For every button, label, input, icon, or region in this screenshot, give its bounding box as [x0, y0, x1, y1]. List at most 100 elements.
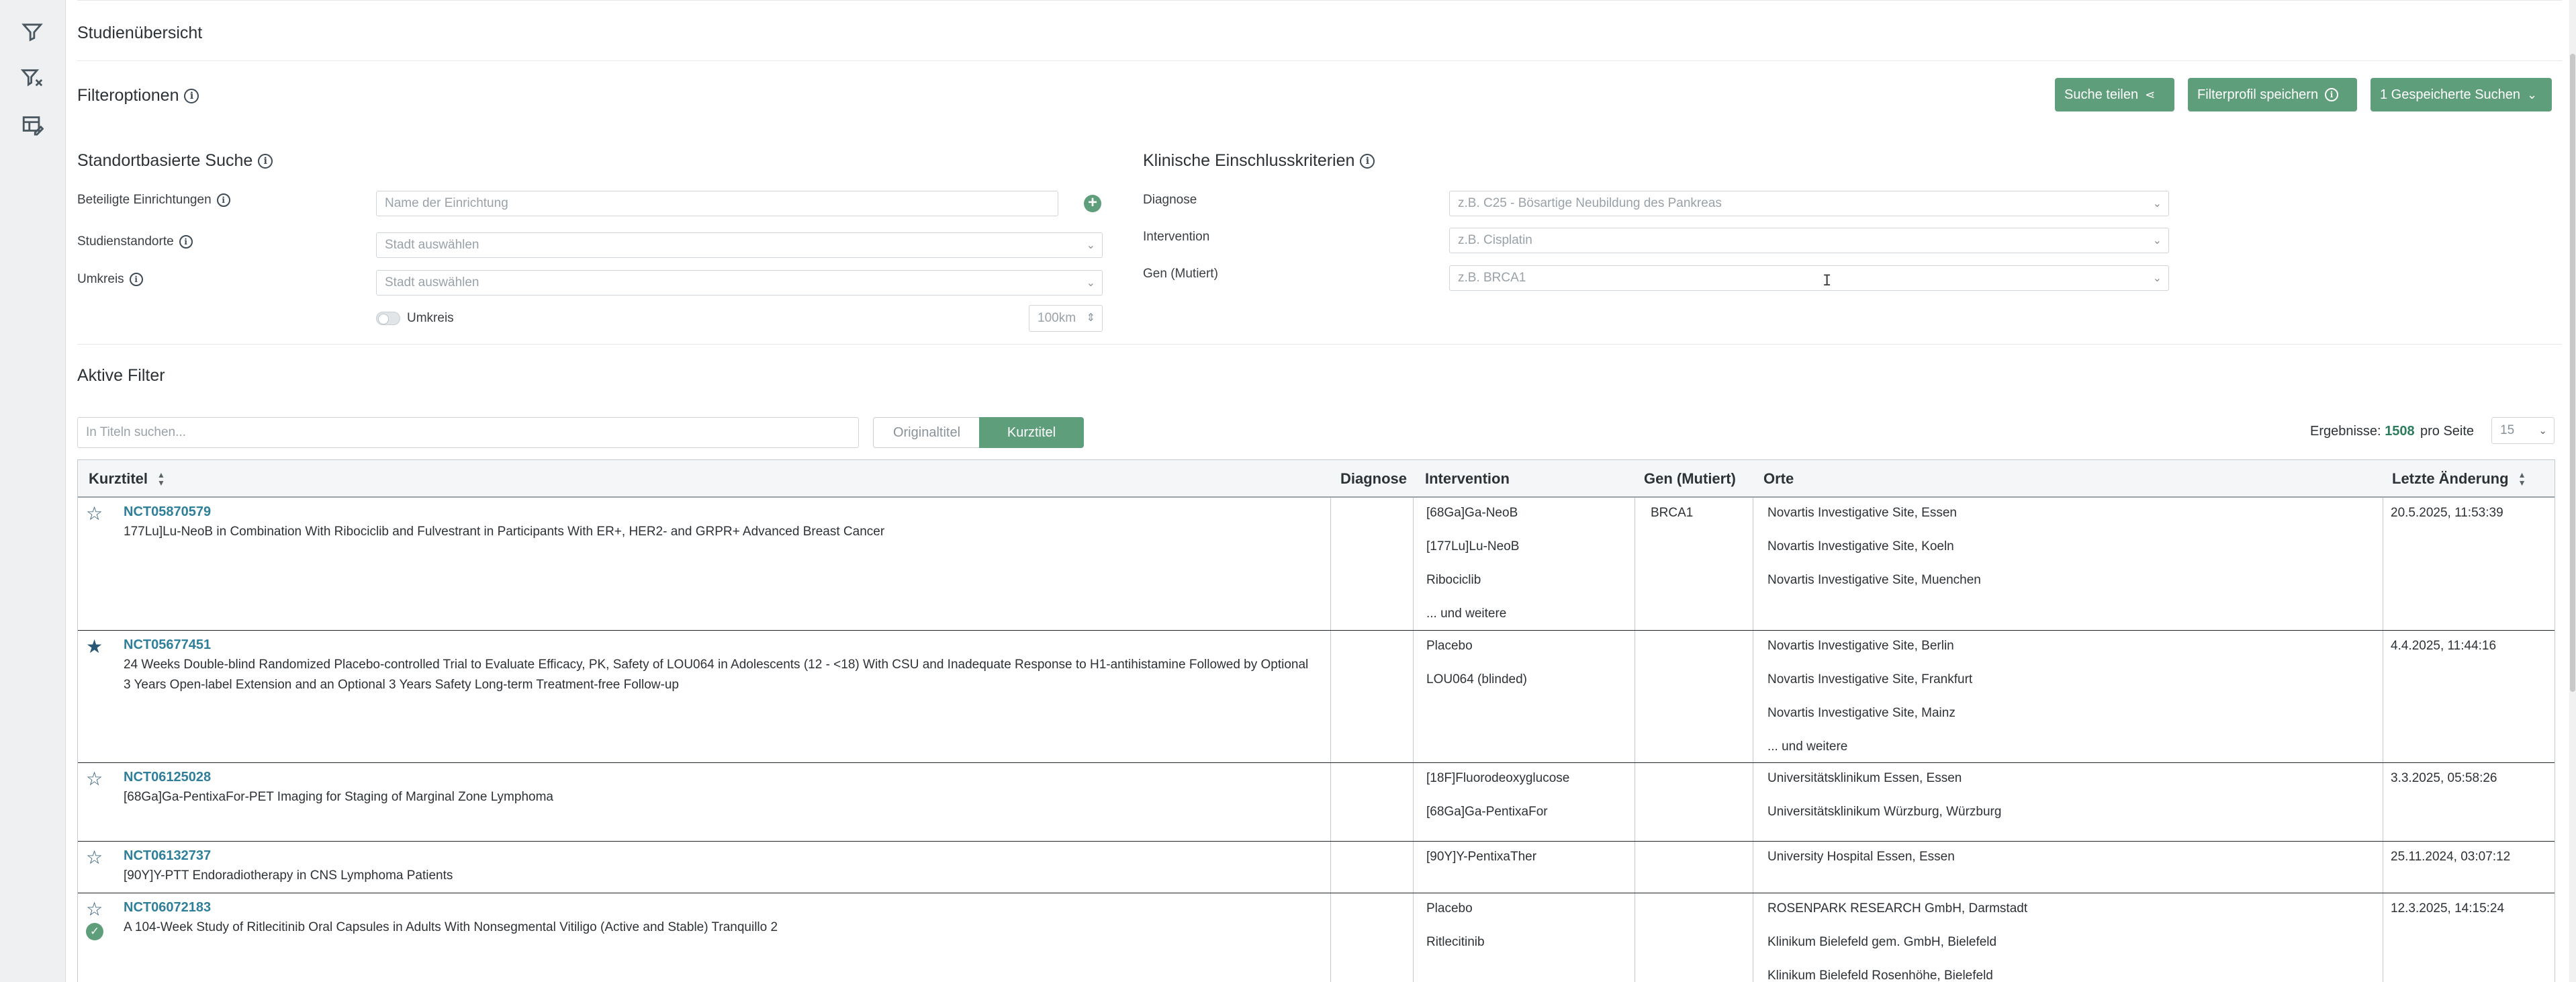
title-search-placeholder: In Titeln suchen... — [86, 425, 186, 439]
study-sites-select[interactable]: Stadt auswählen ⌄ — [376, 232, 1103, 258]
radius-label-text: Umkreis — [77, 272, 124, 286]
share-search-button[interactable]: Suche teilen ⋖ — [2055, 78, 2174, 111]
radius-km-stepper[interactable]: 100km ⇕ — [1029, 305, 1103, 332]
gene-label: Gen (Mutiert) — [1143, 267, 1218, 281]
institution-input[interactable]: Name der Einrichtung — [376, 191, 1058, 216]
sites-label-text: Studienstandorte — [77, 234, 174, 249]
location-search-title: Standortbasierte Suche i — [77, 151, 273, 171]
header-short-title[interactable]: Kurztitel ▲ ▼ — [89, 460, 165, 498]
results-label: Ergebnisse: — [2310, 424, 2381, 439]
filter-icon[interactable] — [19, 19, 46, 46]
study-id-link[interactable]: NCT06132737 — [124, 848, 211, 864]
intervention-item: [18F]Fluorodeoxyglucose — [1426, 771, 1570, 785]
intervention-select[interactable]: z.B. Cisplatin ⌄ — [1449, 228, 2169, 253]
table-row[interactable]: ☆ NCT06132737 [90Y]Y-PTT Endoradiotherap… — [78, 842, 2555, 893]
share-icon: ⋖ — [2145, 87, 2156, 101]
active-filters-title: Aktive Filter — [77, 366, 165, 385]
header-intervention: Intervention — [1425, 470, 1510, 487]
save-filter-profile-label: Filterprofil speichern — [2197, 87, 2319, 102]
scrollbar-thumb[interactable] — [2570, 54, 2575, 692]
info-icon[interactable]: i — [1360, 154, 1375, 169]
radius-km-value: 100km — [1038, 311, 1076, 325]
sites-label: Studienstandorte i — [77, 234, 193, 249]
saved-searches-dropdown[interactable]: 1 Gespeicherte Suchen ⌄ — [2371, 78, 2552, 111]
table-header: Kurztitel ▲ ▼ Diagnose Intervention Gen (… — [78, 460, 2555, 498]
intervention-item: [68Ga]Ga-NeoB — [1426, 506, 1518, 520]
add-institution-button[interactable]: + — [1084, 195, 1101, 212]
sort-icon[interactable]: ▲ ▼ — [2518, 471, 2526, 487]
results-count: 1508 — [2385, 424, 2415, 439]
study-id-link[interactable]: NCT06125028 — [124, 770, 211, 785]
info-icon[interactable]: i — [258, 154, 273, 169]
last-change-value: 3.3.2025, 05:58:26 — [2391, 771, 2497, 785]
diagnosis-select[interactable]: z.B. C25 - Bösartige Neubildung des Pank… — [1449, 191, 2169, 216]
favorite-star-filled-icon[interactable]: ★ — [86, 637, 103, 656]
saved-searches-label: 1 Gespeicherte Suchen — [2380, 87, 2521, 102]
clinical-criteria-label: Klinische Einschlusskriterien — [1143, 151, 1355, 170]
info-icon[interactable]: i — [129, 272, 143, 286]
intervention-item: [68Ga]Ga-PentixaFor — [1426, 805, 1548, 819]
location-item: Novartis Investigative Site, Frankfurt — [1767, 672, 1973, 686]
chevron-down-icon: ⌄ — [2527, 87, 2538, 101]
sort-icon[interactable]: ▲ ▼ — [157, 471, 165, 487]
icon-sidebar — [0, 0, 66, 982]
table-row[interactable]: ☆ NCT05870579 177Lu]Lu-NeoB in Combinati… — [78, 498, 2555, 631]
favorite-star-icon[interactable]: ☆ — [86, 848, 103, 867]
text-cursor-icon: I — [1823, 273, 1832, 289]
diagnosis-placeholder: z.B. C25 - Bösartige Neubildung des Pank… — [1458, 196, 1722, 210]
info-icon[interactable]: i — [216, 193, 230, 207]
original-title-toggle[interactable]: Originaltitel — [873, 417, 980, 448]
diagnosis-label: Diagnose — [1143, 193, 1197, 207]
institutions-label: Beteiligte Einrichtungen i — [77, 193, 230, 208]
study-title: 177Lu]Lu-NeoB in Combination With Riboci… — [124, 525, 885, 539]
location-more-link[interactable]: ... und weitere — [1767, 740, 1847, 754]
per-page-select[interactable]: 15 ⌄ — [2491, 417, 2555, 444]
table-edit-icon[interactable] — [19, 111, 46, 138]
table-row[interactable]: ★ NCT05677451 24 Weeks Double-blind Rand… — [78, 631, 2555, 763]
last-change-value: 4.4.2025, 11:44:16 — [2391, 639, 2497, 653]
page-scrollbar[interactable] — [2569, 0, 2576, 982]
gene-placeholder: z.B. BRCA1 — [1458, 271, 1526, 285]
header-short-title-label: Kurztitel — [89, 470, 148, 487]
per-page-label: pro Seite — [2420, 424, 2475, 439]
checkmark-icon: ✓ — [86, 923, 103, 940]
study-id-link[interactable]: NCT05677451 — [124, 637, 211, 653]
header-diagnosis: Diagnose — [1340, 470, 1408, 487]
studies-table: Kurztitel ▲ ▼ Diagnose Intervention Gen (… — [77, 459, 2555, 982]
clear-filter-icon[interactable] — [19, 64, 46, 91]
short-title-toggle[interactable]: Kurztitel — [979, 417, 1084, 448]
filter-options-label: Filteroptionen — [77, 86, 179, 105]
favorite-star-icon[interactable]: ☆ — [86, 770, 103, 789]
radius-label: Umkreis i — [77, 272, 143, 287]
study-id-link[interactable]: NCT05870579 — [124, 504, 211, 520]
radius-city-select[interactable]: Stadt auswählen ⌄ — [376, 270, 1103, 296]
study-sites-placeholder: Stadt auswählen — [385, 238, 479, 252]
intervention-item: Placebo — [1426, 639, 1473, 653]
intervention-item: [90Y]Y-PentixaTher — [1426, 850, 1537, 864]
location-item: University Hospital Essen, Essen — [1767, 850, 1955, 864]
title-search-input[interactable]: In Titeln suchen... — [77, 417, 859, 448]
header-gene: Gen (Mutiert) — [1644, 470, 1736, 487]
study-id-link[interactable]: NCT06072183 — [124, 900, 211, 916]
save-filter-profile-button[interactable]: Filterprofil speichern i — [2188, 78, 2357, 111]
last-change-value: 25.11.2024, 03:07:12 — [2391, 850, 2511, 864]
radius-toggle[interactable] — [376, 312, 400, 325]
header-last-change[interactable]: Letzte Änderung ▲ ▼ — [2392, 460, 2526, 498]
intervention-label: Intervention — [1143, 230, 1210, 244]
table-row[interactable]: ☆ NCT06125028 [68Ga]Ga-PentixaFor-PET Im… — [78, 763, 2555, 842]
intervention-placeholder: z.B. Cisplatin — [1458, 233, 1532, 247]
stepper-icon: ⇕ — [1086, 312, 1095, 324]
intervention-item: [177Lu]Lu-NeoB — [1426, 539, 1520, 553]
intervention-item: LOU064 (blinded) — [1426, 672, 1527, 686]
gene-value: BRCA1 — [1651, 506, 1694, 520]
location-item: ROSENPARK RESEARCH GmbH, Darmstadt — [1767, 901, 2028, 916]
favorite-star-icon[interactable]: ☆ — [86, 504, 103, 523]
favorite-star-icon[interactable]: ☆ — [86, 900, 103, 919]
location-item: Novartis Investigative Site, Essen — [1767, 506, 1957, 520]
intervention-more-link[interactable]: ... und weitere — [1426, 607, 1506, 621]
info-icon[interactable]: i — [179, 234, 193, 249]
table-row[interactable]: ☆ ✓ NCT06072183 A 104-Week Study of Ritl… — [78, 893, 2555, 982]
clinical-criteria-title: Klinische Einschlusskriterien i — [1143, 151, 1375, 171]
info-icon[interactable]: i — [184, 89, 199, 104]
gene-select[interactable]: z.B. BRCA1 ⌄ — [1449, 265, 2169, 291]
